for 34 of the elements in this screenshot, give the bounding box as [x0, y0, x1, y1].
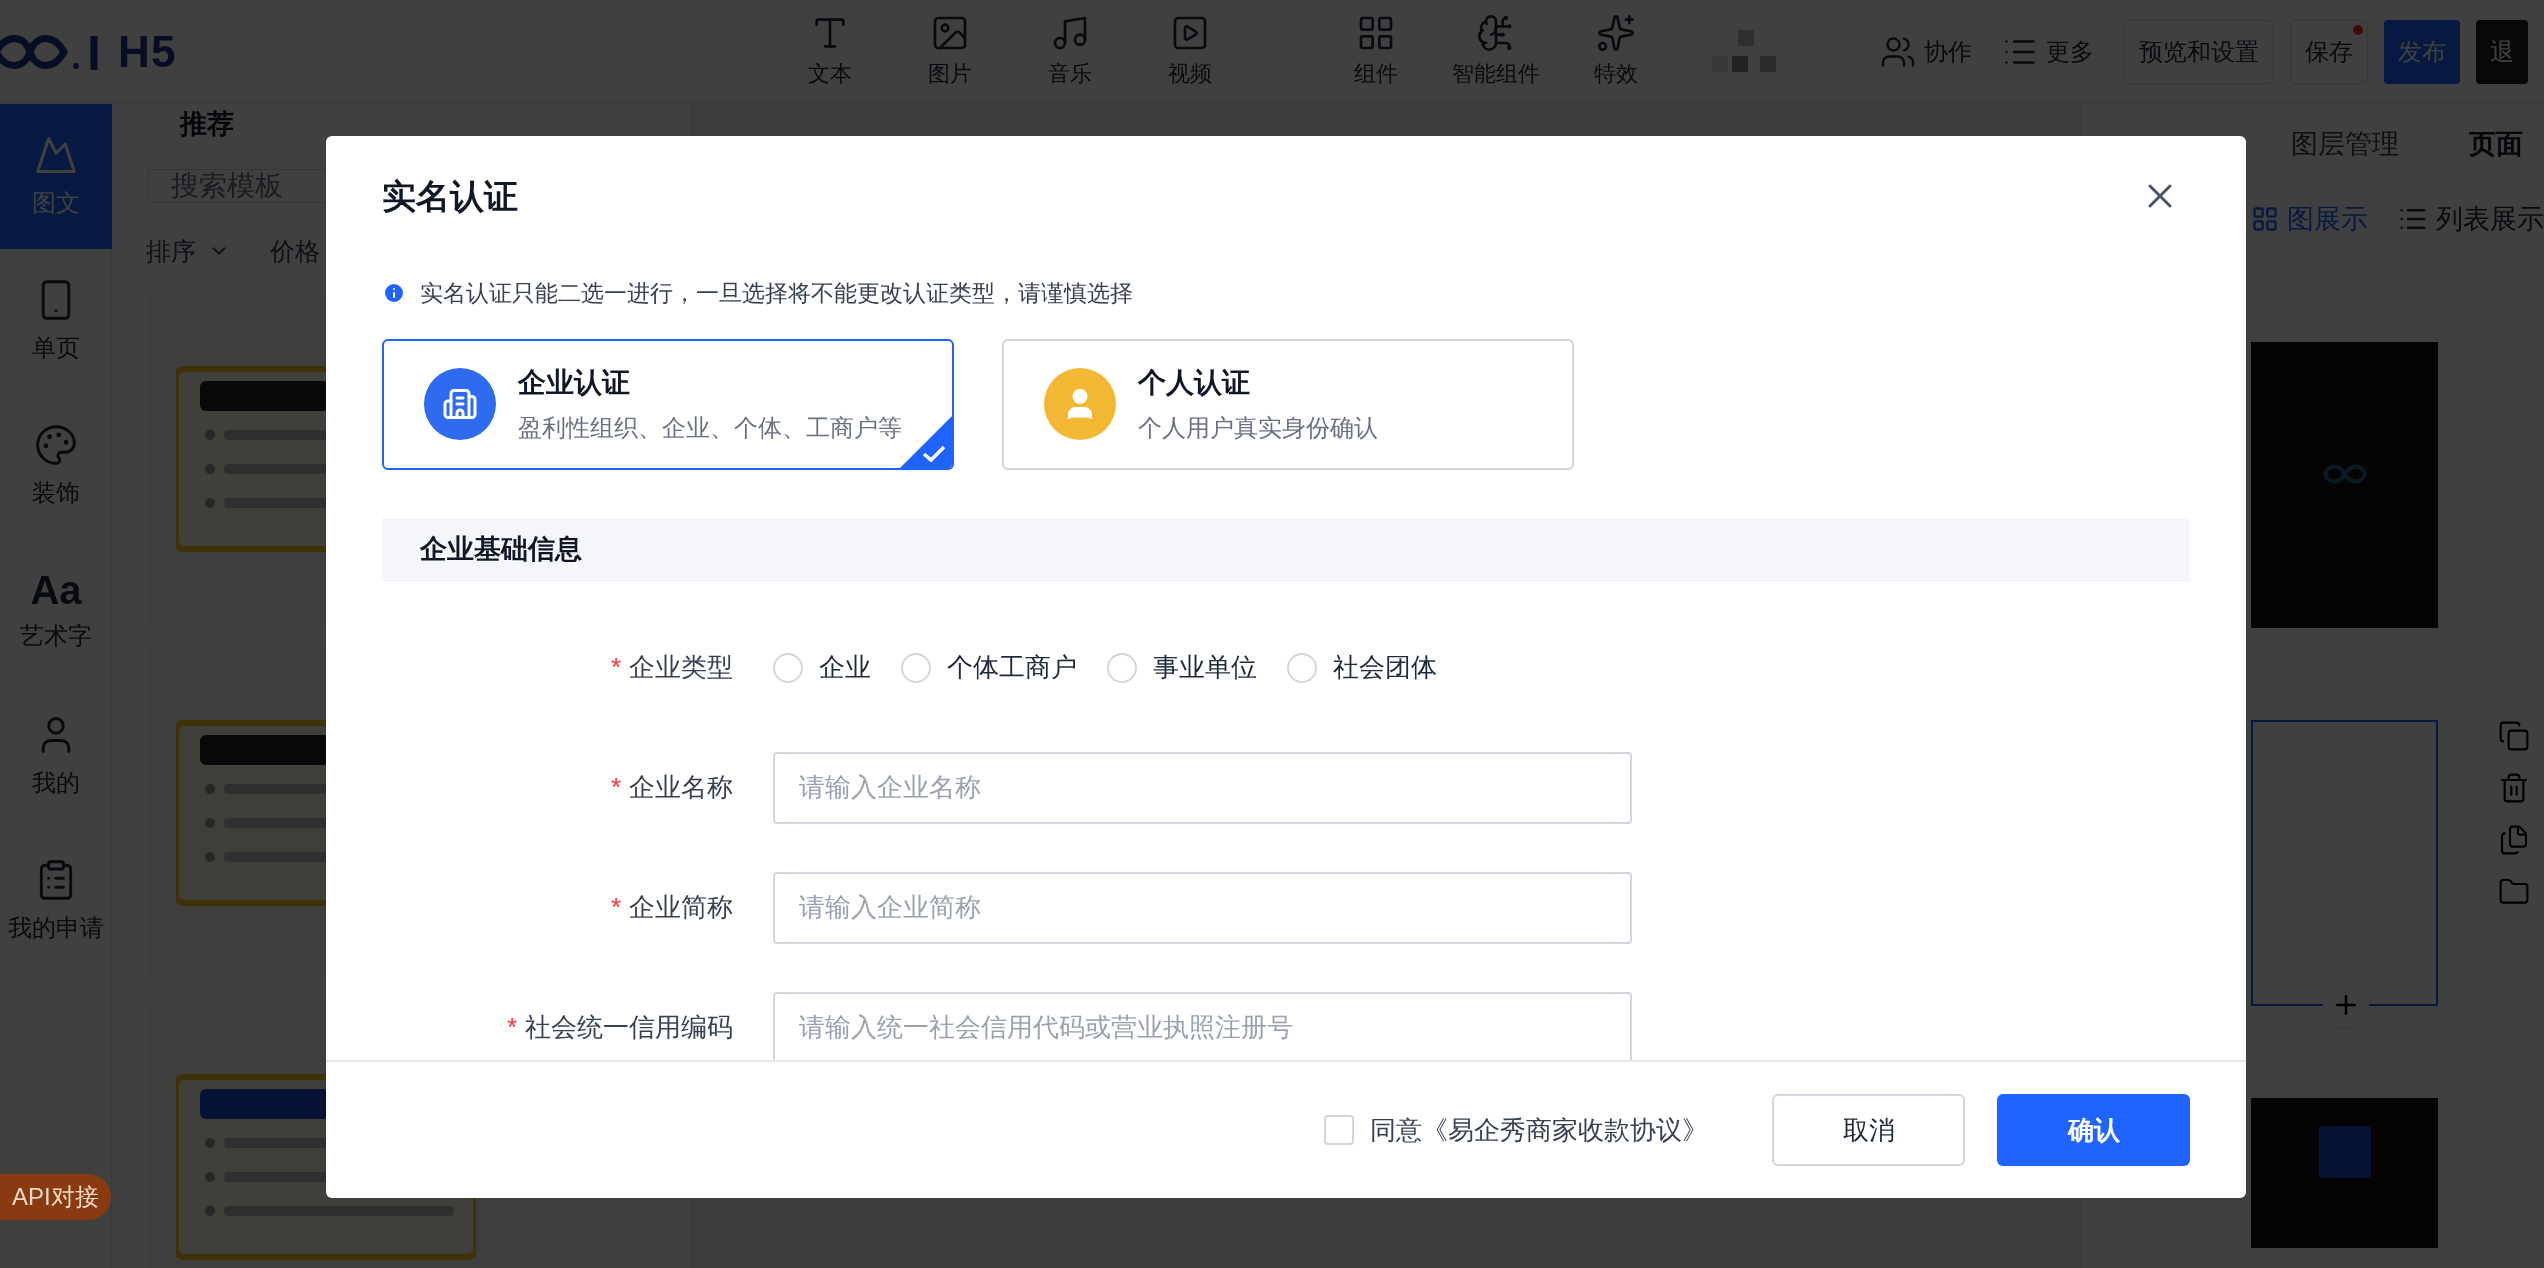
- required-asterisk: *: [610, 891, 621, 924]
- radio-option[interactable]: 企业: [773, 648, 871, 687]
- dialog-title: 实名认证: [382, 175, 518, 217]
- auth-type-title: 企业认证: [518, 366, 631, 400]
- field-label: 企业简称: [629, 891, 733, 924]
- panel-tab[interactable]: 页面: [2469, 123, 2523, 165]
- auth-type-description: 盈利性组织、企业、个体、工商户等: [518, 413, 902, 443]
- required-asterisk: *: [610, 771, 621, 804]
- radio-option[interactable]: 社会团体: [1287, 648, 1437, 687]
- auth-type-card[interactable]: 个人认证 个人用户真实身份确认: [1002, 338, 1574, 470]
- cancel-button[interactable]: 取消: [1772, 1094, 1965, 1166]
- radio-option[interactable]: 个体工商户: [901, 648, 1077, 687]
- font-icon: Aa: [30, 569, 82, 610]
- field-label: 企业类型: [629, 651, 733, 684]
- field-label: 社会统一信用编码: [525, 1011, 733, 1044]
- api-badge: API对接: [0, 1174, 111, 1220]
- notice-text: 实名认证只能二选一进行，一旦选择将不能更改认证类型，请谨慎选择: [420, 279, 1133, 308]
- sidebar-item[interactable]: Aa 艺术字: [0, 539, 112, 684]
- panel-tab[interactable]: 推荐: [180, 104, 234, 145]
- auth-type-card[interactable]: 企业认证 盈利性组织、企业、个体、工商户等: [382, 338, 954, 470]
- section-title: 企业基础信息: [420, 533, 582, 567]
- required-asterisk: *: [610, 651, 621, 684]
- check-corner-icon: [900, 415, 952, 468]
- radio-option[interactable]: 事业单位: [1107, 648, 1257, 687]
- confirm-button[interactable]: 确认: [1997, 1094, 2190, 1166]
- text-input[interactable]: 请输入统一社会信用代码或营业执照注册号: [773, 991, 1632, 1060]
- text-input[interactable]: 请输入企业名称: [773, 751, 1632, 824]
- text-input[interactable]: 请输入企业简称: [773, 871, 1632, 944]
- required-asterisk: *: [506, 1011, 517, 1044]
- logo-text: H5: [118, 25, 177, 78]
- auth-type-title: 个人认证: [1138, 366, 1251, 400]
- field-label: 企业名称: [629, 771, 733, 804]
- auth-type-description: 个人用户真实身份确认: [1138, 413, 1378, 443]
- agreement-checkbox[interactable]: 同意《易企秀商家收款协议》: [1324, 1110, 1708, 1150]
